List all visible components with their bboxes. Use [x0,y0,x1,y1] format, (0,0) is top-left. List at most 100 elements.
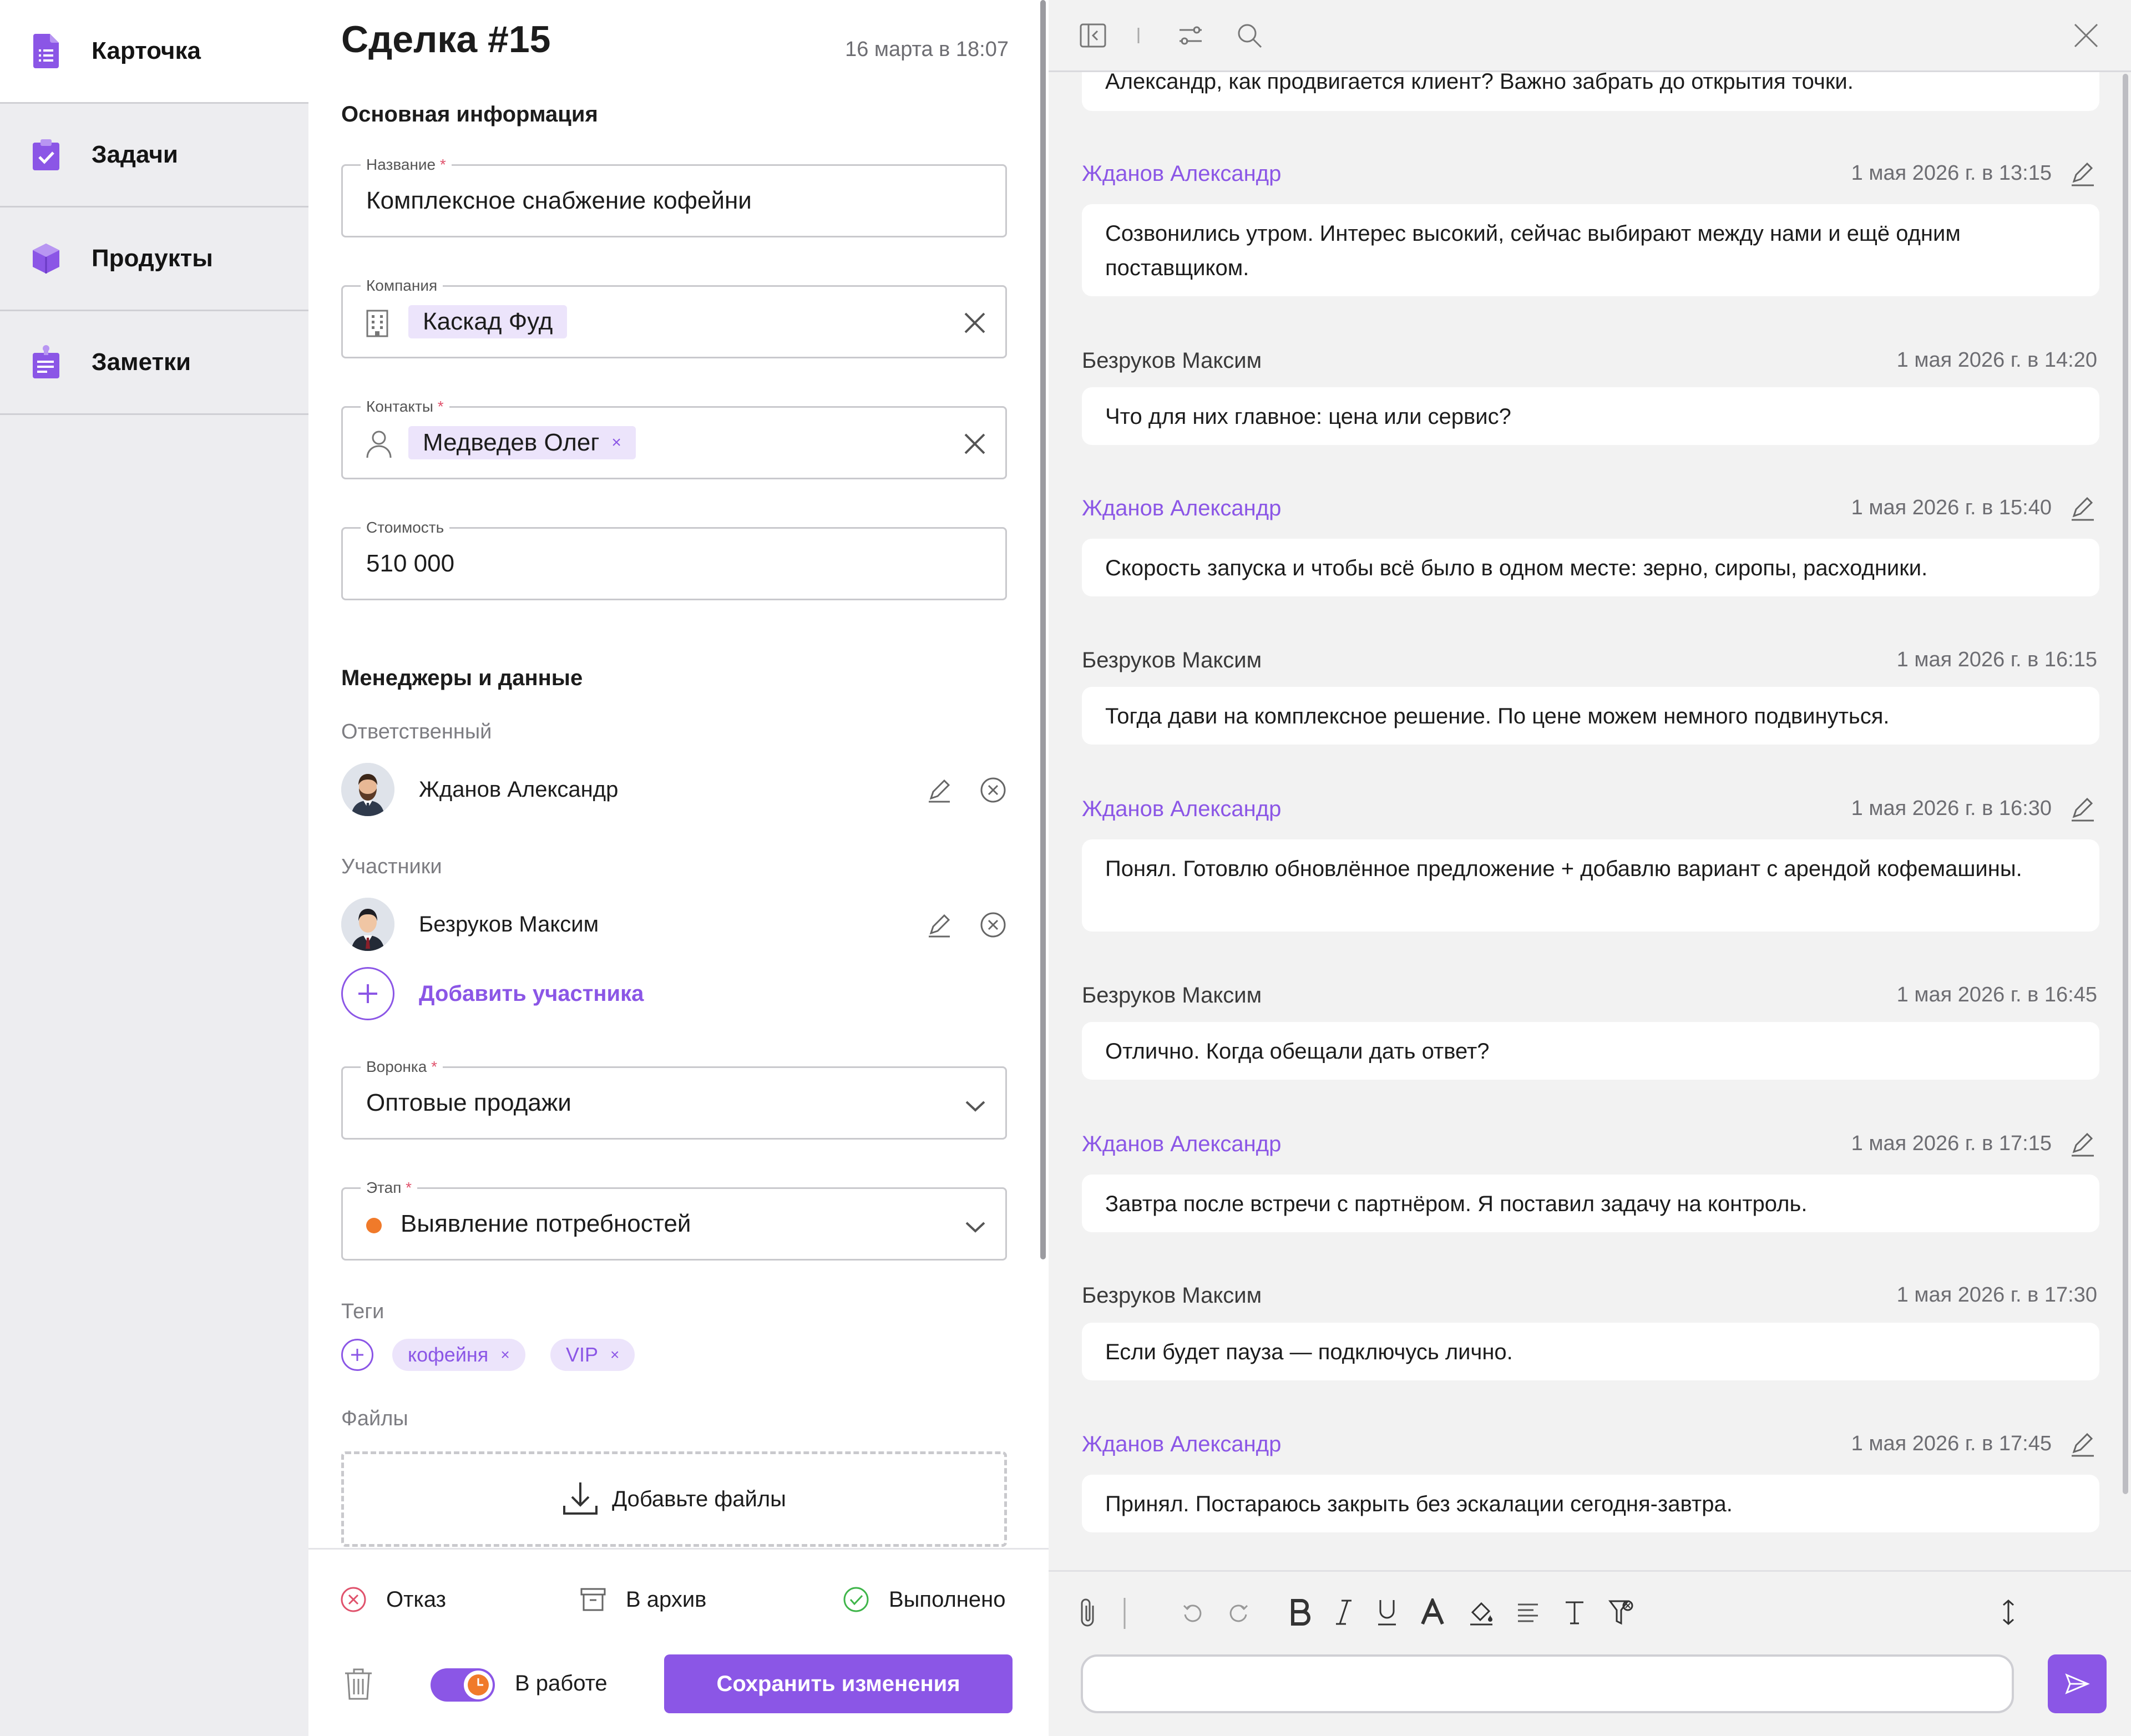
company-chip: Каскад Фуд [408,305,568,338]
archive-icon [580,1588,606,1611]
stage-value: Выявление потребностей [401,1210,691,1237]
composer-divider [1122,1596,1127,1629]
participants-label: Участники [341,855,442,878]
clear-format-icon[interactable] [1604,1596,1638,1629]
files-label: Файлы [341,1407,408,1430]
message-input[interactable] [1081,1654,2014,1713]
cost-label: Стоимость [361,519,450,537]
page-title: Сделка #15 [341,18,551,60]
save-button[interactable]: Сохранить изменения [664,1654,1013,1713]
message-header: Безруков Максим 1 мая 2026 г. в 14:20 [1082,344,2097,377]
cost-field[interactable]: Стоимость 510 000 [341,519,1007,600]
expand-vertical-icon[interactable] [1992,1596,2025,1629]
font-size-icon[interactable] [1558,1596,1591,1629]
pencil-icon[interactable] [925,911,953,939]
send-icon [2065,1673,2090,1694]
sidebar-item-label: Заметки [92,348,191,376]
italic-icon[interactable] [1327,1596,1360,1629]
avatar [341,763,394,816]
trash-icon[interactable] [343,1667,374,1704]
message-header: Жданов Александр 1 мая 2026 г. в 15:40 [1082,492,2097,525]
pencil-icon[interactable] [2068,494,2097,523]
message-bubble: Созвонились утром. Интерес высокий, сейч… [1082,204,2099,296]
pencil-icon[interactable] [2068,1130,2097,1158]
pencil-icon[interactable] [2068,159,2097,188]
file-dropzone[interactable]: Добавьте файлы [341,1451,1007,1547]
message-author: Безруков Максим [1082,983,1262,1008]
message-header: Безруков Максим 1 мая 2026 г. в 16:15 [1082,644,2097,677]
cost-value: 510 000 [366,550,455,577]
message-bubble: Завтра после встречи с партнёром. Я пост… [1082,1175,2099,1232]
search-icon[interactable] [1235,21,1264,50]
message-header: Жданов Александр 1 мая 2026 г. в 17:45 [1082,1428,2097,1461]
status-toggle[interactable] [431,1668,495,1702]
chat-scroll-thumb[interactable] [2123,74,2128,1494]
highlight-icon[interactable] [1465,1596,1498,1629]
contact-remove-icon[interactable]: × [611,433,621,452]
remove-circle-icon[interactable] [979,911,1007,939]
contacts-field[interactable]: Контакты * Медведев Олег × [341,398,1007,479]
tag-remove-icon[interactable]: × [500,1346,509,1364]
name-field[interactable]: Название * Комплексное снабжение кофейни [341,156,1007,237]
message-header: Безруков Максим 1 мая 2026 г. в 17:30 [1082,1279,2097,1312]
align-icon[interactable] [1511,1596,1545,1629]
sidebar-item-notes[interactable]: Заметки [0,311,308,415]
collapse-panel-icon[interactable] [1079,21,1107,50]
form-scroll-thumb[interactable] [1040,0,1046,1259]
pencil-icon[interactable] [2068,794,2097,823]
message-bubble: Скорость запуска и чтобы всё было в одно… [1082,539,2099,596]
pencil-icon[interactable] [925,776,953,804]
close-icon[interactable] [2072,21,2100,50]
stage-select[interactable]: Этап * Выявление потребностей [341,1179,1007,1261]
message-bubble: Тогда дави на комплексное решение. По це… [1082,687,2099,745]
reject-button[interactable]: Отказ [340,1586,446,1613]
company-field[interactable]: Компания Каскад Фуд [341,277,1007,358]
remove-circle-icon[interactable] [979,776,1007,804]
contacts-clear-icon[interactable] [961,430,989,458]
done-button[interactable]: Выполнено [842,1586,1005,1613]
text-color-icon[interactable] [1416,1596,1449,1629]
pencil-icon[interactable] [2068,1430,2097,1459]
tasks-icon [31,138,62,172]
attach-icon[interactable] [1071,1596,1104,1629]
tag-remove-icon[interactable]: × [610,1346,619,1364]
bold-icon[interactable] [1284,1596,1317,1629]
archive-button[interactable]: В архив [579,1586,706,1613]
person-icon [365,429,393,462]
sidebar-item-card[interactable]: Карточка [0,0,308,104]
building-icon [365,309,389,341]
message-author: Жданов Александр [1082,797,1282,821]
done-label: Выполнено [889,1587,1006,1612]
participant-name: Безруков Максим [419,912,599,937]
message-time: 1 мая 2026 г. в 15:40 [1851,496,2052,519]
filter-icon[interactable] [1176,21,1205,50]
archive-label: В архив [626,1587,707,1612]
company-clear-icon[interactable] [961,309,989,337]
funnel-select[interactable]: Воронка * Оптовые продажи [341,1058,1007,1140]
message-time: 1 мая 2026 г. в 17:15 [1851,1132,2052,1155]
message-time: 1 мая 2026 г. в 17:30 [1896,1283,2097,1307]
chevron-down-icon [962,1213,989,1240]
sidebar-item-label: Продукты [92,245,213,272]
plus-icon [341,967,394,1020]
chevron-down-icon [962,1092,989,1119]
message-header: Безруков Максим 1 мая 2026 г. в 16:45 [1082,979,2097,1012]
reject-label: Отказ [386,1587,446,1612]
undo-icon[interactable] [1176,1596,1209,1629]
name-label: Название * [361,156,452,174]
message-bubble: Понял. Готовлю обновлённое предложение +… [1082,839,2099,932]
funnel-value: Оптовые продажи [366,1089,571,1116]
sidebar-item-products[interactable]: Продукты [0,207,308,311]
status-label: В работе [515,1671,608,1695]
sidebar-item-tasks[interactable]: Задачи [0,104,308,207]
redo-icon[interactable] [1222,1596,1255,1629]
message-bubble: Что для них главное: цена или сервис? [1082,387,2099,445]
name-value: Комплексное снабжение кофейни [366,187,752,214]
add-tag-icon[interactable] [341,1339,373,1371]
message-author: Безруков Максим [1082,648,1262,672]
send-button[interactable] [2048,1654,2107,1713]
message-author: Жданов Александр [1082,496,1282,520]
message-time: 1 мая 2026 г. в 16:30 [1851,797,2052,820]
toolbar-divider [1135,21,1142,50]
underline-icon[interactable] [1370,1596,1404,1629]
